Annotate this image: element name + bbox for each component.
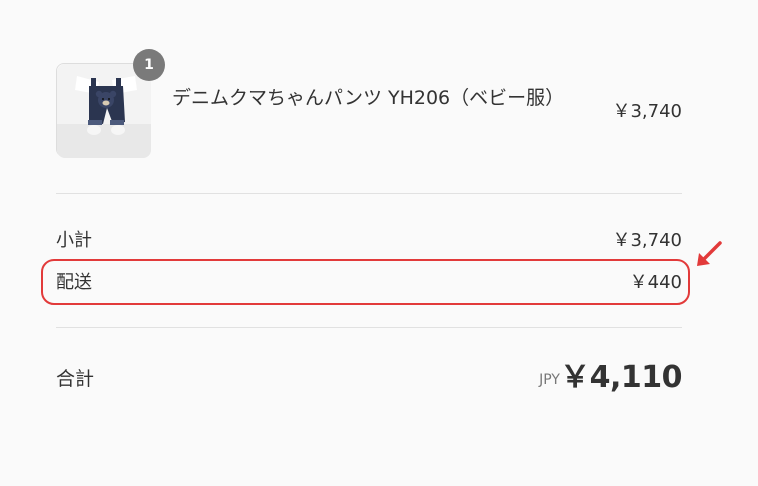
divider: [56, 193, 682, 194]
product-thumbnail: [56, 63, 151, 158]
total-value: ￥4,110: [560, 360, 682, 395]
shipping-highlight-outline: [41, 259, 690, 305]
product-name: デニムクマちゃんパンツ YH206（ベビー服）: [172, 87, 565, 109]
quantity-badge: 1: [133, 49, 165, 81]
currency-code: JPY: [539, 372, 560, 388]
subtotal-value: ￥3,740: [612, 230, 682, 251]
product-price: ￥3,740: [612, 101, 682, 122]
red-arrow-icon: [697, 241, 722, 266]
total-label: 合計: [56, 368, 95, 390]
subtotal-label: 小計: [56, 230, 92, 251]
baby-bear-pants-image: [57, 64, 151, 158]
divider: [56, 327, 682, 328]
order-summary: 1 デニムクマちゃんパンツ YH206（ベビー服） ￥3,740 小計 ￥3,7…: [0, 0, 758, 486]
